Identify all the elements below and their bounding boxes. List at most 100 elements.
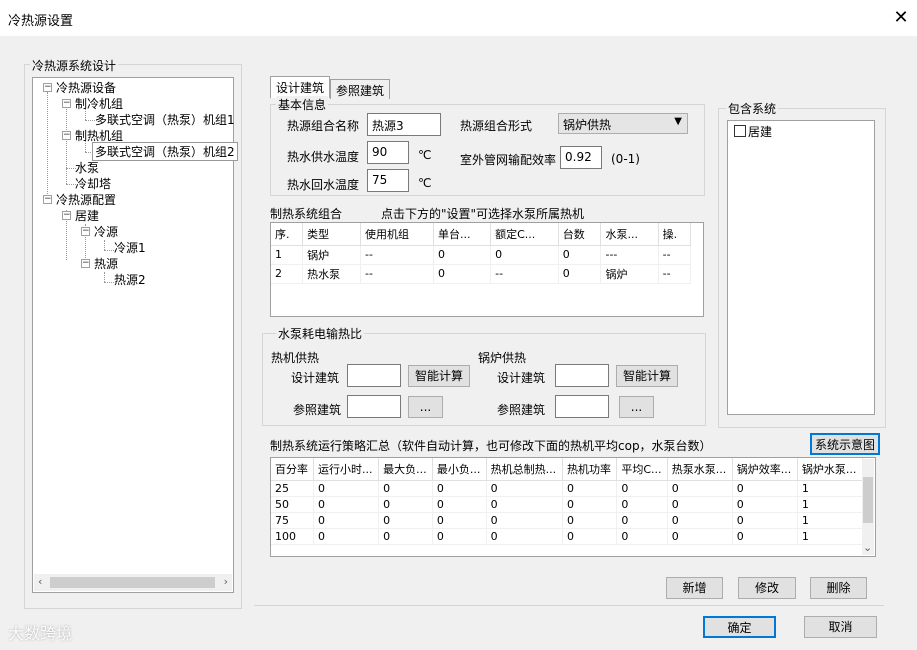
hm-ref-input[interactable]	[347, 395, 401, 418]
table-cell[interactable]: 0	[558, 245, 602, 265]
strategy-table[interactable]: 百分率 运行小时... 最大负... 最小负... 热机总制热... 热机功率 平均C...…	[270, 457, 876, 557]
column-header[interactable]: 锅炉水泵...	[797, 458, 864, 481]
table-cell[interactable]: 0	[313, 528, 380, 545]
column-header[interactable]: 单台...	[433, 223, 492, 246]
combo-name-input[interactable]: 热源3	[367, 113, 441, 136]
tree-node-equipment[interactable]: 冷热源设备	[56, 79, 116, 96]
tab-design-building[interactable]: 设计建筑	[270, 76, 331, 98]
collapse-icon[interactable]: −	[62, 131, 71, 140]
table-cell[interactable]: 1	[271, 245, 304, 265]
collapse-icon[interactable]: −	[81, 227, 90, 236]
table-cell[interactable]: 0	[486, 496, 564, 513]
combo-form-select[interactable]: 锅炉供热 ▼	[558, 113, 688, 134]
column-header[interactable]: 平均C...	[616, 458, 668, 481]
return-temp-input[interactable]: 75	[367, 169, 409, 192]
table-cell[interactable]: 0	[432, 480, 487, 497]
boiler-ellipsis-button[interactable]: ...	[619, 396, 654, 418]
column-header[interactable]: 热泵水泵...	[667, 458, 733, 481]
table-row[interactable]: 100 0 0 0 0 0 0 0 0 1	[271, 528, 864, 545]
table-cell[interactable]: 0	[667, 496, 733, 513]
table-row[interactable]: 50 0 0 0 0 0 0 0 0 1	[271, 496, 864, 513]
system-diagram-button[interactable]: 系统示意图	[810, 433, 880, 455]
scroll-left-icon[interactable]: ‹	[38, 575, 42, 588]
table-row[interactable]: 1 锅炉 -- 0 0 0 --- --	[271, 245, 692, 265]
table-cell[interactable]: 0	[562, 496, 618, 513]
hm-smart-calc-button[interactable]: 智能计算	[408, 365, 470, 387]
table-cell[interactable]: 0	[616, 496, 668, 513]
heating-combo-table[interactable]: 序. 类型 使用机组 单台... 额定C... 台数 水泵... 操. 1 锅炉 -- 0 0 0 ---…	[270, 222, 704, 317]
tree-node-cooling-units[interactable]: 制冷机组	[75, 95, 123, 112]
column-header[interactable]: 锅炉效率...	[732, 458, 798, 481]
table-cell[interactable]: --	[360, 264, 434, 284]
tree-node-building[interactable]: 居建	[75, 207, 99, 224]
boiler-smart-calc-button[interactable]: 智能计算	[616, 365, 678, 387]
table-cell[interactable]: 0	[616, 512, 668, 529]
scroll-right-icon[interactable]: ›	[224, 575, 228, 588]
table-cell[interactable]: --	[490, 264, 559, 284]
table-cell[interactable]: 0	[378, 528, 433, 545]
tree-node-configuration[interactable]: 冷热源配置	[56, 191, 116, 208]
table-cell[interactable]: --	[658, 245, 692, 265]
tree-node-cold-source-1[interactable]: 冷源1	[114, 239, 146, 256]
table-cell[interactable]: 热水泵	[302, 264, 361, 284]
system-tree[interactable]: − 冷热源设备 − 制冷机组 多联式空调（热泵）机组1 − 制热机组 多联式空调…	[32, 77, 238, 593]
table-cell[interactable]: 0	[432, 496, 487, 513]
table-cell[interactable]: 0	[732, 480, 798, 497]
ok-button[interactable]: 确定	[703, 616, 776, 638]
table-cell[interactable]: 0	[432, 512, 487, 529]
tab-reference-building[interactable]: 参照建筑	[330, 79, 391, 99]
strategy-vscrollbar[interactable]: ⌄	[862, 459, 874, 555]
pipe-eff-input[interactable]: 0.92	[560, 146, 602, 169]
table-cell[interactable]: 1	[797, 512, 864, 529]
table-cell[interactable]: 1	[797, 496, 864, 513]
table-cell[interactable]: 锅炉	[302, 245, 361, 265]
column-header[interactable]: 台数	[558, 223, 602, 246]
scroll-down-icon[interactable]: ⌄	[863, 541, 872, 554]
table-row[interactable]: 75 0 0 0 0 0 0 0 0 1	[271, 512, 864, 529]
collapse-icon[interactable]: −	[43, 195, 52, 204]
column-header[interactable]: 百分率	[271, 458, 315, 481]
table-row[interactable]: 25 0 0 0 0 0 0 0 0 1	[271, 480, 864, 497]
table-row[interactable]: 2 热水泵 -- 0 -- 0 锅炉 --	[271, 264, 692, 284]
table-cell[interactable]: 0	[433, 264, 492, 284]
table-cell[interactable]: --	[658, 264, 692, 284]
table-cell[interactable]: 0	[616, 480, 668, 497]
tree-node-cooling-unit-1[interactable]: 多联式空调（热泵）机组1	[95, 111, 235, 128]
table-cell[interactable]: 0	[667, 512, 733, 529]
close-icon[interactable]: ✕	[890, 7, 912, 29]
column-header[interactable]: 热机总制热...	[486, 458, 564, 481]
table-cell[interactable]: 0	[313, 496, 380, 513]
table-cell[interactable]: 0	[558, 264, 602, 284]
table-cell[interactable]: 0	[433, 245, 492, 265]
table-cell[interactable]: 0	[490, 245, 559, 265]
table-cell[interactable]: 0	[562, 512, 618, 529]
collapse-icon[interactable]: −	[81, 259, 90, 268]
boiler-design-input[interactable]	[555, 364, 609, 387]
table-cell[interactable]: 0	[732, 512, 798, 529]
hm-design-input[interactable]	[347, 364, 401, 387]
column-header[interactable]: 运行小时...	[313, 458, 380, 481]
table-cell[interactable]: 0	[486, 528, 564, 545]
table-cell[interactable]: 0	[616, 528, 668, 545]
table-cell[interactable]: 锅炉	[600, 264, 659, 284]
column-header[interactable]: 序.	[271, 223, 304, 246]
tree-node-heat-source-2[interactable]: 热源2	[114, 271, 146, 288]
tree-node-cooling-tower[interactable]: 冷却塔	[75, 175, 111, 192]
table-cell[interactable]: --	[360, 245, 434, 265]
collapse-icon[interactable]: −	[43, 83, 52, 92]
tree-hscrollbar[interactable]: ‹ ›	[34, 574, 232, 591]
column-header[interactable]: 操.	[658, 223, 692, 246]
column-header[interactable]: 热机功率	[562, 458, 618, 481]
table-cell[interactable]: 0	[378, 512, 433, 529]
table-cell[interactable]: 0	[486, 512, 564, 529]
cancel-button[interactable]: 取消	[804, 616, 877, 638]
table-cell[interactable]: 1	[797, 480, 864, 497]
table-cell[interactable]: 0	[313, 512, 380, 529]
supply-temp-input[interactable]: 90	[367, 141, 409, 164]
table-cell[interactable]: 0	[432, 528, 487, 545]
column-header[interactable]: 使用机组	[360, 223, 434, 246]
table-cell[interactable]: 0	[667, 528, 733, 545]
edit-button[interactable]: 修改	[738, 577, 796, 599]
column-header[interactable]: 类型	[302, 223, 361, 246]
table-cell[interactable]: 0	[732, 496, 798, 513]
